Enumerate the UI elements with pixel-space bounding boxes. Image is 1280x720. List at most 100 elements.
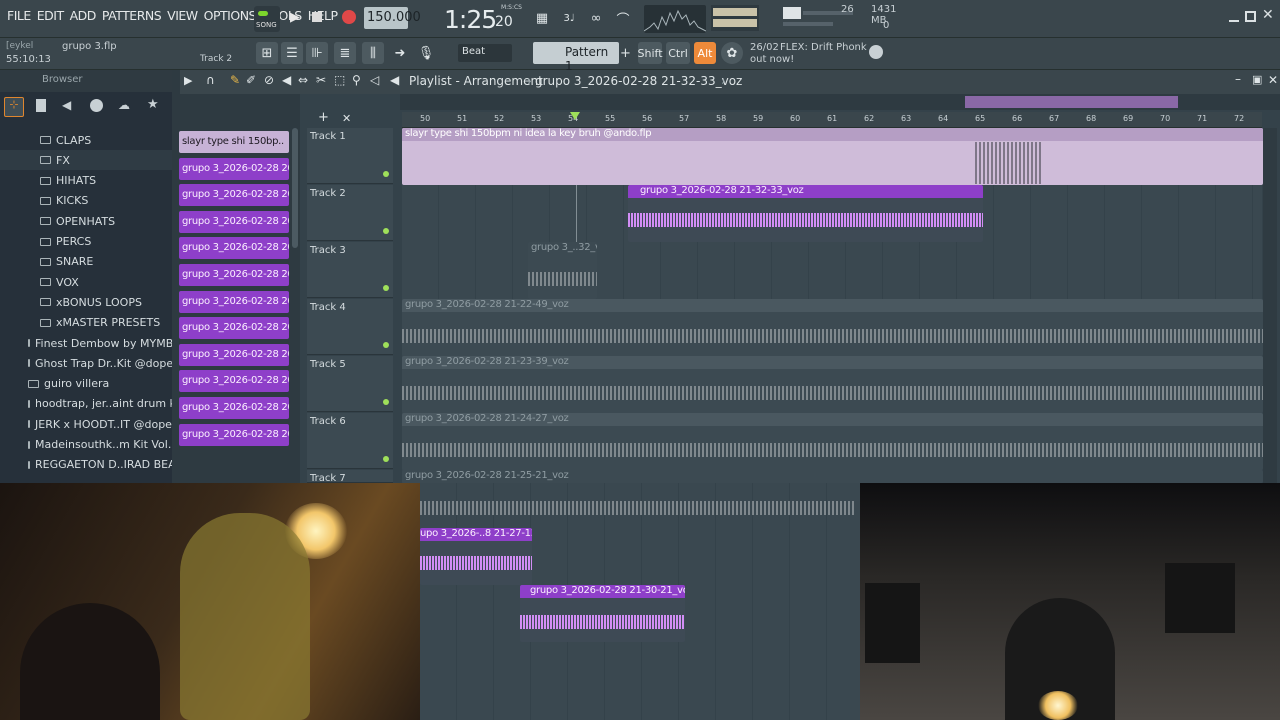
channel-rack-icon[interactable]: ≣ — [334, 42, 356, 64]
paint-icon[interactable]: ✐ — [246, 73, 256, 87]
maximize-button[interactable] — [1245, 11, 1256, 22]
slice-tool-icon[interactable]: ✂ — [316, 73, 326, 87]
playlist-breadcrumb[interactable]: grupo 3_2026-02-28 21-32-33_voz — [535, 74, 742, 88]
playlist-close[interactable]: ✕ — [1268, 73, 1278, 87]
plugin-db-icon[interactable] — [90, 99, 103, 112]
tempo-display[interactable]: 150.000 — [364, 7, 421, 29]
track-header-7[interactable]: Track 7 — [307, 470, 393, 484]
track-led[interactable] — [383, 399, 389, 405]
loop-record-icon[interactable]: ∞ — [585, 7, 607, 29]
audio-clip-selected[interactable]: grupo 3_2026-02-28 21-32-33_voz — [628, 185, 983, 242]
pattern-clip[interactable]: slayr type shi 150bpm ni idea la key bru… — [402, 128, 1263, 185]
menu-help[interactable]: HELP — [305, 8, 341, 23]
news-headline[interactable]: FLEX: Drift Phonk — [780, 42, 867, 53]
speaker-tab-icon[interactable]: ◀ — [62, 98, 71, 112]
minimize-button[interactable] — [1229, 12, 1239, 22]
vertical-scrollbar[interactable] — [1263, 128, 1277, 483]
track-led[interactable] — [383, 171, 389, 177]
browser-item[interactable]: KICKS — [0, 191, 172, 211]
playlist-speaker-icon[interactable]: ◀ — [390, 73, 399, 87]
track-header-6[interactable]: Track 6 — [307, 413, 393, 469]
slip-tool-icon[interactable]: ⇔ — [298, 73, 308, 87]
audio-clip[interactable]: grupo 3_..32_voz — [528, 242, 597, 299]
channel-button[interactable]: grupo 3_2026-02-28 20-.. — [179, 343, 289, 366]
track-header-3[interactable]: Track 3 — [307, 242, 393, 298]
browser-item[interactable]: HIHATS — [0, 171, 172, 191]
browser-item[interactable]: CLAPS — [0, 130, 172, 150]
channel-scrollbar[interactable] — [292, 128, 298, 248]
track-led[interactable] — [383, 342, 389, 348]
browser-item[interactable]: REGGAETON D..IRAD BEATS — [0, 455, 188, 475]
record-button[interactable] — [342, 10, 356, 24]
channel-button[interactable]: grupo 3_2026-02-28 20-.. — [179, 210, 289, 233]
time-ruler[interactable]: 50 51 52 53 54 55 56 57 58 59 60 61 62 63 64 65 66 67 68 69… — [402, 112, 1262, 128]
audio-clip[interactable]: grupo 3_2026-02-28 21-25-21_voz — [402, 470, 1263, 483]
browser-item[interactable]: hoodtrap, jer..aint drum kit — [0, 394, 183, 414]
track-led[interactable] — [383, 456, 389, 462]
playback-tool-icon[interactable]: ◁ — [370, 73, 379, 87]
audio-clip[interactable]: grupo 3_2026-02-28 21-23-39_voz — [402, 356, 1263, 413]
files-tab-icon[interactable] — [36, 99, 46, 112]
audio-clip-purple[interactable]: upo 3_2026-..8 21-27-13_voz — [420, 528, 532, 585]
remove-track-button[interactable]: ✕ — [342, 112, 351, 125]
menu-edit[interactable]: EDIT — [34, 8, 67, 23]
add-pattern-button[interactable]: + — [620, 46, 631, 61]
close-playlist-arrow[interactable]: ▶ — [184, 74, 192, 87]
piano-roll-icon[interactable]: ⊪ — [306, 42, 328, 64]
channel-button[interactable]: grupo 3_2026-02-28 20-.. — [179, 264, 289, 286]
playlist-icon[interactable]: ☰ — [281, 42, 303, 64]
ctrl-key[interactable]: Ctrl — [666, 42, 690, 64]
globe-icon[interactable] — [869, 45, 883, 59]
star-icon[interactable]: ★ — [147, 97, 159, 112]
browser-item[interactable]: Ghost Trap Dr..Kit @dopekit — [0, 353, 187, 373]
channel-button[interactable]: grupo 3_2026-02-28 20-.. — [179, 237, 289, 260]
channel-button[interactable]: grupo 3_2026-02-28 20-.. — [179, 397, 289, 419]
typing-keyboard-icon[interactable]: ▦ — [531, 7, 553, 29]
track-header-5[interactable]: Track 5 — [307, 356, 393, 412]
browser-item[interactable]: xMASTER PRESETS — [0, 313, 172, 333]
channel-button[interactable]: grupo 3_2026-02-28 20-.. — [179, 157, 289, 180]
track-led[interactable] — [383, 228, 389, 234]
channel-button[interactable]: grupo 3_2026-02-28 20-.. — [179, 370, 289, 393]
news-icon[interactable]: ✿ — [721, 42, 743, 64]
menu-view[interactable]: VIEW — [164, 8, 201, 23]
shift-key[interactable]: Shift — [638, 42, 663, 64]
pencil-icon[interactable]: ✎ — [230, 73, 240, 87]
menu-options[interactable]: OPTIONS — [201, 8, 259, 23]
channel-button[interactable]: grupo 3_2026-02-28 20-.. — [179, 184, 289, 207]
playlist-maximize[interactable]: ▣ — [1252, 73, 1262, 86]
zoom-tool-icon[interactable]: ⚲ — [352, 73, 361, 87]
audio-clip[interactable]: grupo 3_2026-02-28 21-24-27_voz — [402, 413, 1263, 470]
browser-item[interactable]: OPENHATS — [0, 211, 172, 231]
mute-tool-icon[interactable]: ◀ — [282, 73, 291, 87]
magnet-icon[interactable]: ∩ — [206, 73, 215, 87]
menu-patterns[interactable]: PATTERNS — [99, 8, 164, 23]
all-tab-icon[interactable]: ⊹ — [4, 97, 24, 117]
delete-tool-icon[interactable]: ⊘ — [264, 73, 274, 87]
browser-item[interactable]: VOX — [0, 272, 172, 292]
channel-button[interactable]: grupo 3_2026-02-28 20-.. — [179, 317, 289, 340]
metronome-icon[interactable]: 3♩ — [558, 7, 580, 29]
browser-item[interactable]: SNARE — [0, 252, 172, 272]
browser-item[interactable]: PERCS — [0, 232, 172, 252]
browser-item[interactable]: JERK x HOODT..IT @dopekit — [0, 414, 186, 434]
menu-file[interactable]: FILE — [4, 8, 34, 23]
select-tool-icon[interactable]: ⬚ — [334, 73, 345, 87]
track-header-1[interactable]: Track 1 — [307, 128, 393, 184]
channel-button[interactable]: grupo 3_2026-02-28 20-.. — [179, 423, 289, 446]
pattern-selector[interactable]: Pattern 1 — [533, 42, 619, 73]
cloud-icon[interactable]: ☁ — [118, 98, 130, 112]
snap-icon[interactable]: ⊞ — [256, 42, 278, 64]
snap-select[interactable]: Beat — [458, 44, 512, 62]
mixer-icon[interactable]: ⫼ — [362, 42, 384, 64]
track-header-4[interactable]: Track 4 — [307, 299, 393, 355]
play-button[interactable]: ▶ — [285, 8, 305, 28]
overview-strip[interactable] — [400, 94, 1280, 110]
menu-add[interactable]: ADD — [67, 8, 99, 23]
channel-button[interactable]: slayr type shi 150bp.. — [179, 131, 289, 153]
browser-item[interactable]: Madeinsouthk..m Kit Vol. 2 — [0, 435, 182, 455]
microphone-icon[interactable]: 🎙 — [415, 42, 437, 64]
browser-item[interactable]: Finest Dembow by MYMBA — [0, 333, 181, 353]
stop-button[interactable] — [312, 12, 322, 22]
audio-clip-purple[interactable]: grupo 3_2026-02-28 21-30-21_voz — [520, 585, 685, 642]
